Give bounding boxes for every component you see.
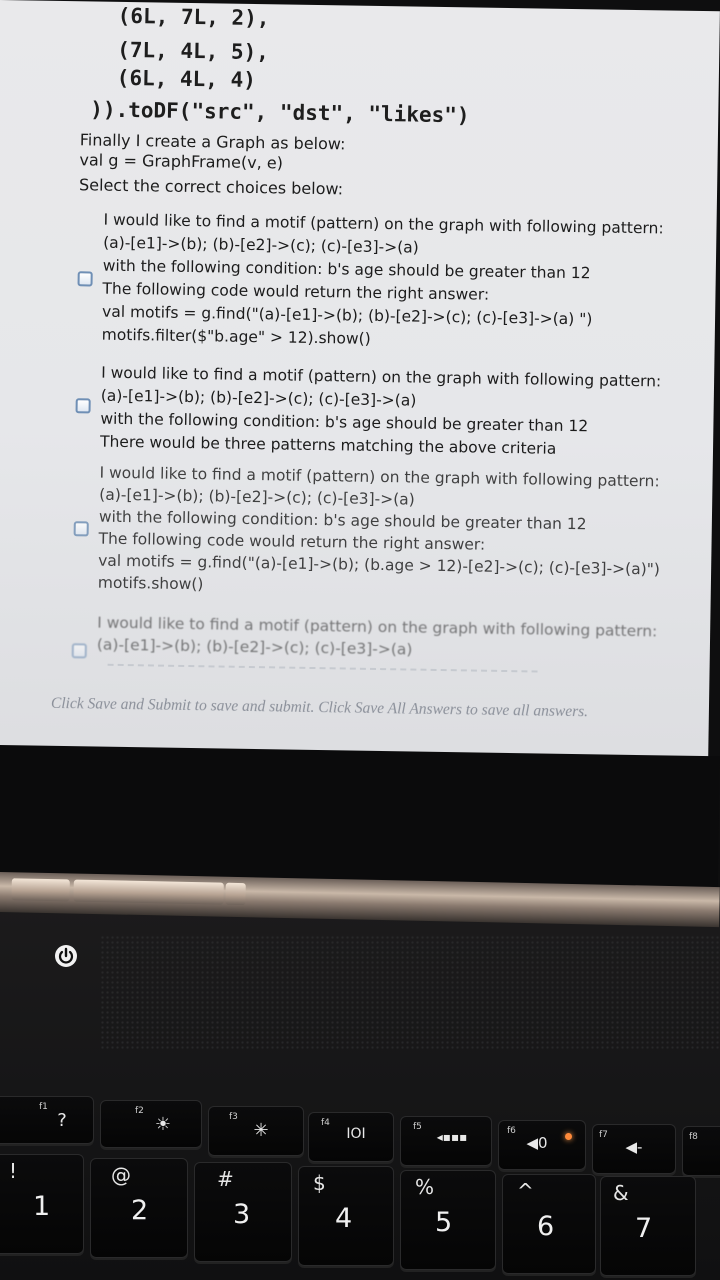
key-6-label: 6 bbox=[537, 1211, 555, 1242]
key-1-label: 1 bbox=[33, 1191, 51, 1222]
key-4[interactable]: $ 4 bbox=[298, 1166, 394, 1266]
power-button[interactable] bbox=[52, 942, 80, 970]
code-line: (7L, 4L, 5), bbox=[117, 37, 270, 65]
f6-key[interactable]: f6 ◀0 bbox=[498, 1120, 586, 1170]
key-1-shift: ! bbox=[9, 1159, 18, 1183]
key-1[interactable]: ! 1 bbox=[0, 1154, 84, 1254]
option-line: (a)-[e1]->(b); (b)-[e2]->(c); (c)-[e3]->… bbox=[103, 233, 419, 257]
f3-key[interactable]: f3 ✳ bbox=[208, 1106, 304, 1156]
f4-key[interactable]: f4 IOI bbox=[308, 1112, 394, 1162]
option-4-checkbox[interactable] bbox=[71, 643, 87, 659]
option-line: (a)-[e1]->(b); (b)-[e2]->(c); (c)-[e3]->… bbox=[100, 386, 417, 410]
key-2[interactable]: @ 2 bbox=[90, 1158, 188, 1258]
keyboard-backlight-icon: ◂▪▪▪ bbox=[436, 1130, 468, 1144]
cut-off-text bbox=[107, 663, 538, 675]
volume-down-icon: ◀- bbox=[625, 1138, 643, 1156]
option-3-checkbox[interactable] bbox=[73, 521, 89, 537]
key-6-shift: ^ bbox=[517, 1179, 534, 1203]
option-line: with the following condition: b's age sh… bbox=[102, 256, 591, 283]
option-line: (a)-[e1]->(b); (b)-[e2]->(c); (c)-[e3]->… bbox=[96, 635, 413, 659]
key-2-label: 2 bbox=[131, 1195, 149, 1226]
option-line: motifs.show() bbox=[97, 573, 204, 594]
hinge-segment bbox=[73, 879, 224, 905]
brightness-down-icon: ☀ bbox=[154, 1114, 172, 1135]
key-7-label: 7 bbox=[635, 1213, 653, 1244]
option-line: (a)-[e1]->(b); (b)-[e2]->(c); (c)-[e3]->… bbox=[99, 485, 415, 509]
mute-indicator-led bbox=[565, 1133, 572, 1140]
key-3-shift: # bbox=[217, 1167, 234, 1191]
f8-key-label: f8 bbox=[689, 1132, 698, 1142]
code-line: (6L, 7L, 2), bbox=[117, 3, 270, 31]
f1-key[interactable]: f1 ? bbox=[0, 1096, 94, 1144]
save-instructions: Click Save and Submit to save and submit… bbox=[50, 694, 589, 721]
option-line: motifs.filter($"b.age" > 12).show() bbox=[101, 325, 371, 348]
hinge-segment bbox=[225, 882, 246, 906]
power-icon bbox=[55, 945, 77, 967]
f2-key[interactable]: f2 ☀ bbox=[100, 1100, 202, 1148]
option-line: with the following condition: b's age sh… bbox=[98, 507, 587, 534]
option-line: I would like to find a motif (pattern) o… bbox=[103, 210, 664, 238]
key-5-label: 5 bbox=[435, 1207, 453, 1238]
option-line: I would like to find a motif (pattern) o… bbox=[101, 363, 662, 391]
hinge-segment bbox=[11, 878, 70, 902]
help-icon: ? bbox=[57, 1110, 67, 1131]
answer-option-4[interactable]: I would like to find a motif (pattern) o… bbox=[0, 0, 720, 659]
answer-option-2[interactable]: I would like to find a motif (pattern) o… bbox=[0, 0, 720, 458]
code-line: )).toDF("src", "dst", "likes") bbox=[90, 97, 470, 128]
key-7-shift: & bbox=[613, 1181, 629, 1205]
option-line: val motifs = g.find("(a)-[e1]->(b); (b)-… bbox=[101, 302, 593, 329]
option-line: The following code would return the righ… bbox=[102, 279, 490, 304]
key-5-shift: % bbox=[415, 1175, 435, 1199]
option-1-checkbox[interactable] bbox=[77, 271, 93, 287]
brightness-up-icon: ✳ bbox=[253, 1120, 269, 1141]
laptop-screen: (6L, 7L, 2), (7L, 4L, 5), (6L, 4L, 4) ))… bbox=[0, 0, 720, 784]
option-2-checkbox[interactable] bbox=[75, 398, 91, 414]
key-7[interactable]: & 7 bbox=[600, 1176, 696, 1276]
display-switch-icon: IOI bbox=[346, 1126, 366, 1142]
option-line: The following code would return the righ… bbox=[98, 529, 486, 554]
answer-option-1[interactable]: I would like to find a motif (pattern) o… bbox=[0, 0, 720, 348]
key-6[interactable]: ^ 6 bbox=[502, 1174, 596, 1274]
intro-code: val g = GraphFrame(v, e) bbox=[79, 150, 284, 173]
f8-key[interactable]: f8 bbox=[682, 1126, 720, 1176]
speaker-grille bbox=[100, 935, 720, 1050]
key-2-shift: @ bbox=[111, 1163, 131, 1187]
key-5[interactable]: % 5 bbox=[400, 1170, 496, 1270]
f7-key[interactable]: f7 ◀- bbox=[592, 1124, 676, 1174]
key-3[interactable]: # 3 bbox=[194, 1162, 292, 1262]
code-line: (6L, 4L, 4) bbox=[116, 65, 257, 93]
option-line: There would be three patterns matching t… bbox=[99, 432, 557, 458]
f5-key[interactable]: f5 ◂▪▪▪ bbox=[400, 1116, 492, 1166]
key-4-shift: $ bbox=[313, 1171, 326, 1195]
option-line: with the following condition: b's age sh… bbox=[100, 409, 589, 436]
instructions-text: Select the correct choices below: bbox=[78, 175, 344, 199]
key-3-label: 3 bbox=[233, 1199, 251, 1230]
answer-option-3[interactable]: I would like to find a motif (pattern) o… bbox=[0, 0, 720, 593]
key-4-label: 4 bbox=[335, 1203, 353, 1234]
